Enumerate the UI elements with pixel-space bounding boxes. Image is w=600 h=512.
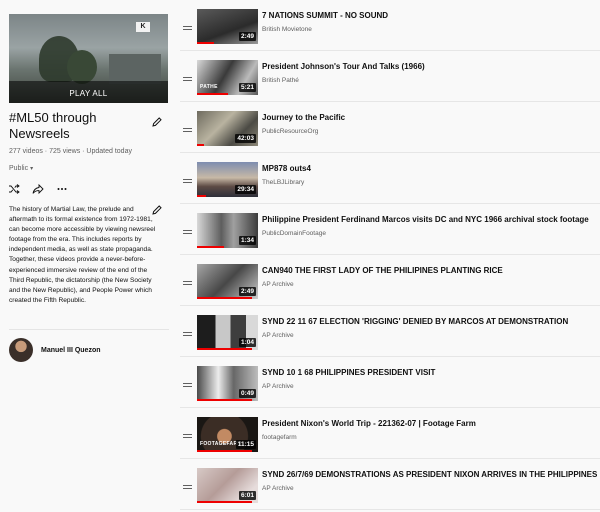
channel-name[interactable]: AP Archive <box>262 383 294 390</box>
playlist-title: #ML50 through Newsreels <box>9 110 97 141</box>
owner-name[interactable]: Manuel III Quezon <box>41 347 101 354</box>
list-item[interactable]: 1:34 Philippine President Ferdinand Marco… <box>180 204 600 255</box>
watch-progress-bar <box>197 450 252 452</box>
video-thumbnail[interactable]: 1:04 <box>197 315 258 350</box>
duration-badge: 2:49 <box>238 287 256 296</box>
watch-progress-bar <box>197 246 225 248</box>
video-thumbnail[interactable]: 2:49 <box>197 264 258 299</box>
video-thumbnail[interactable]: 42:03 <box>197 111 258 146</box>
playlist-owner[interactable]: Manuel III Quezon <box>9 338 101 362</box>
list-item[interactable]: FOOTAGEFARM 11:15 President Nixon's World … <box>180 408 600 459</box>
edit-title-pencil-icon[interactable] <box>151 116 163 128</box>
drag-handle-icon[interactable] <box>183 26 192 30</box>
edit-description-pencil-icon[interactable] <box>151 204 163 216</box>
drag-handle-icon[interactable] <box>183 434 192 438</box>
video-thumbnail[interactable]: PATHE 5:21 <box>197 60 258 95</box>
drag-handle-icon[interactable] <box>183 485 192 489</box>
channel-name[interactable]: footagefarm <box>262 434 297 441</box>
drag-handle-icon[interactable] <box>183 281 192 285</box>
channel-name[interactable]: TheLBJLibrary <box>262 179 304 186</box>
drag-handle-icon[interactable] <box>183 383 192 387</box>
channel-name[interactable]: British Pathé <box>262 77 299 84</box>
drag-handle-icon[interactable] <box>183 128 192 132</box>
channel-name[interactable]: PublicResourceOrg <box>262 128 318 135</box>
divider <box>9 329 169 330</box>
hero-badge: K <box>136 22 150 32</box>
playlist-description: The history of Martial Law, the prelude … <box>9 206 156 304</box>
list-item[interactable]: 29:34 MP878 outs4 TheLBJLibrary <box>180 153 600 204</box>
duration-badge: 29:34 <box>235 185 256 194</box>
duration-badge: 42:03 <box>235 134 256 143</box>
duration-badge: 0:49 <box>238 389 256 398</box>
channel-name[interactable]: British Movietone <box>262 26 312 33</box>
playlist-sidebar: K PLAY ALL #ML50 through Newsreels 277 v… <box>0 0 180 512</box>
video-title[interactable]: President Nixon's World Trip - 221362-07… <box>262 419 597 428</box>
list-item[interactable]: 1:04 SYND 22 11 67 ELECTION 'RIGGING' DEN… <box>180 306 600 357</box>
video-title[interactable]: Journey to the Pacific <box>262 113 597 122</box>
more-options-icon[interactable] <box>56 183 68 195</box>
play-all-button[interactable]: PLAY ALL <box>9 89 168 98</box>
drag-handle-icon[interactable] <box>183 179 192 183</box>
video-thumbnail[interactable]: FOOTAGEFARM 11:15 <box>197 417 258 452</box>
playlist-actions <box>8 183 68 195</box>
share-icon[interactable] <box>32 183 44 195</box>
playlist-stats: 277 videos · 725 views · Updated today <box>9 148 132 155</box>
channel-name[interactable]: AP Archive <box>262 281 294 288</box>
list-item[interactable]: 6:01 SYND 26/7/69 DEMONSTRATIONS AS PRESI… <box>180 459 600 510</box>
drag-handle-icon[interactable] <box>183 332 192 336</box>
thumbnail-watermark: PATHE <box>200 84 218 90</box>
chevron-down-icon: ▾ <box>30 166 34 172</box>
channel-name[interactable]: AP Archive <box>262 485 294 492</box>
channel-name[interactable]: AP Archive <box>262 332 294 339</box>
video-title[interactable]: CAN940 THE FIRST LADY OF THE PHILIPINES … <box>262 266 597 275</box>
drag-handle-icon[interactable] <box>183 230 192 234</box>
video-title[interactable]: 7 NATIONS SUMMIT - NO SOUND <box>262 11 597 20</box>
avatar[interactable] <box>9 338 33 362</box>
list-item[interactable]: 42:03 Journey to the Pacific PublicResourc… <box>180 102 600 153</box>
list-item[interactable]: 2:49 CAN940 THE FIRST LADY OF THE PHILIPI… <box>180 255 600 306</box>
hero-building <box>109 54 161 84</box>
visibility-label: Public <box>9 165 29 172</box>
duration-badge: 6:01 <box>238 491 256 500</box>
shuffle-icon[interactable] <box>8 183 20 195</box>
video-title[interactable]: SYND 26/7/69 DEMONSTRATIONS AS PRESIDENT… <box>262 470 597 479</box>
video-list: 2:49 7 NATIONS SUMMIT - NO SOUND British M… <box>180 0 600 512</box>
drag-handle-icon[interactable] <box>183 77 192 81</box>
video-thumbnail[interactable]: 6:01 <box>197 468 258 503</box>
watch-progress-bar <box>197 399 252 401</box>
duration-badge: 11:15 <box>235 440 256 449</box>
list-item[interactable]: 2:49 7 NATIONS SUMMIT - NO SOUND British M… <box>180 0 600 51</box>
duration-badge: 1:34 <box>238 236 256 245</box>
watch-progress-bar <box>197 501 252 503</box>
watch-progress-bar <box>197 42 215 44</box>
playlist-hero-thumbnail[interactable]: K PLAY ALL <box>9 14 168 103</box>
video-title[interactable]: Philippine President Ferdinand Marcos vi… <box>262 215 597 224</box>
duration-badge: 5:21 <box>238 83 256 92</box>
watch-progress-bar <box>197 93 228 95</box>
visibility-dropdown[interactable]: Public ▾ <box>9 165 33 172</box>
hero-tree <box>67 50 97 84</box>
list-item[interactable]: PATHE 5:21 President Johnson's Tour And Ta… <box>180 51 600 102</box>
video-thumbnail[interactable]: 0:49 <box>197 366 258 401</box>
video-title[interactable]: MP878 outs4 <box>262 164 597 173</box>
video-title[interactable]: President Johnson's Tour And Talks (1966… <box>262 62 597 71</box>
watch-progress-bar <box>197 144 205 146</box>
duration-badge: 1:04 <box>238 338 256 347</box>
video-thumbnail[interactable]: 29:34 <box>197 162 258 197</box>
duration-badge: 2:49 <box>238 32 256 41</box>
watch-progress-bar <box>197 348 252 350</box>
video-title[interactable]: SYND 10 1 68 PHILIPPINES PRESIDENT VISIT <box>262 368 597 377</box>
video-title[interactable]: SYND 22 11 67 ELECTION 'RIGGING' DENIED … <box>262 317 597 326</box>
watch-progress-bar <box>197 195 207 197</box>
channel-name[interactable]: PublicDomainFootage <box>262 230 326 237</box>
video-thumbnail[interactable]: 2:49 <box>197 9 258 44</box>
list-item[interactable]: 0:49 SYND 10 1 68 PHILIPPINES PRESIDENT V… <box>180 357 600 408</box>
watch-progress-bar <box>197 297 252 299</box>
video-thumbnail[interactable]: 1:34 <box>197 213 258 248</box>
